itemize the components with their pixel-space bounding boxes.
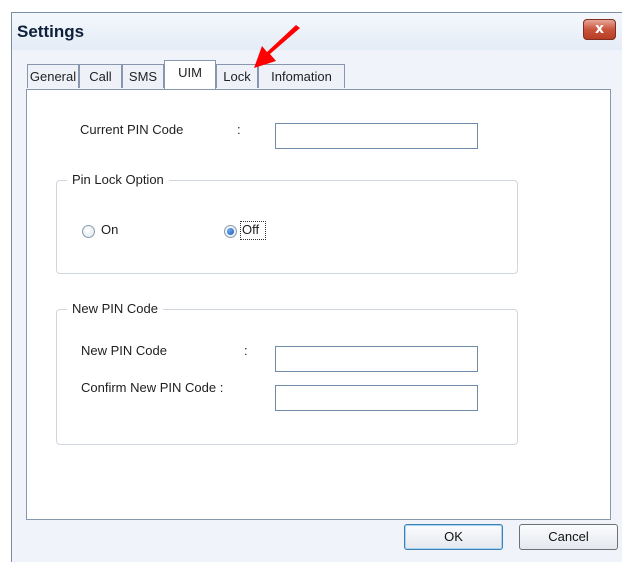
new-pin-colon: : — [244, 343, 248, 358]
tab-sms[interactable]: SMS — [122, 64, 164, 88]
current-pin-input[interactable] — [275, 123, 478, 149]
current-pin-label: Current PIN Code — [80, 122, 184, 137]
ok-button[interactable]: OK — [404, 524, 503, 550]
pin-lock-on-radio[interactable] — [82, 225, 95, 238]
confirm-pin-input[interactable] — [275, 385, 478, 411]
tab-uim[interactable]: UIM — [164, 60, 216, 89]
pin-lock-option-title: Pin Lock Option — [67, 172, 169, 187]
new-pin-group-title: New PIN Code — [67, 301, 163, 316]
uim-tab-panel: Current PIN Code : Pin Lock Option On Of… — [26, 89, 611, 520]
pin-lock-on-label[interactable]: On — [101, 222, 118, 237]
settings-window: Settings x General Call SMS UIM Lock Inf… — [11, 12, 622, 562]
tab-general[interactable]: General — [27, 64, 79, 88]
title-bar[interactable]: Settings x — [12, 13, 622, 50]
close-button[interactable]: x — [583, 19, 616, 40]
close-icon: x — [594, 21, 605, 37]
window-title: Settings — [17, 22, 85, 41]
pin-lock-option-group: Pin Lock Option On Off — [56, 172, 518, 274]
new-pin-input[interactable] — [275, 346, 478, 372]
pin-lock-off-label[interactable]: Off — [242, 222, 259, 237]
current-pin-colon: : — [237, 122, 241, 137]
new-pin-code-group: New PIN Code New PIN Code : Confirm New … — [56, 301, 518, 445]
pin-lock-off-radio[interactable] — [224, 225, 237, 238]
new-pin-label: New PIN Code — [81, 343, 167, 358]
confirm-pin-label: Confirm New PIN Code : — [81, 380, 224, 395]
tab-call[interactable]: Call — [79, 64, 122, 88]
cancel-button[interactable]: Cancel — [519, 524, 618, 550]
red-arrow-icon — [254, 25, 300, 68]
